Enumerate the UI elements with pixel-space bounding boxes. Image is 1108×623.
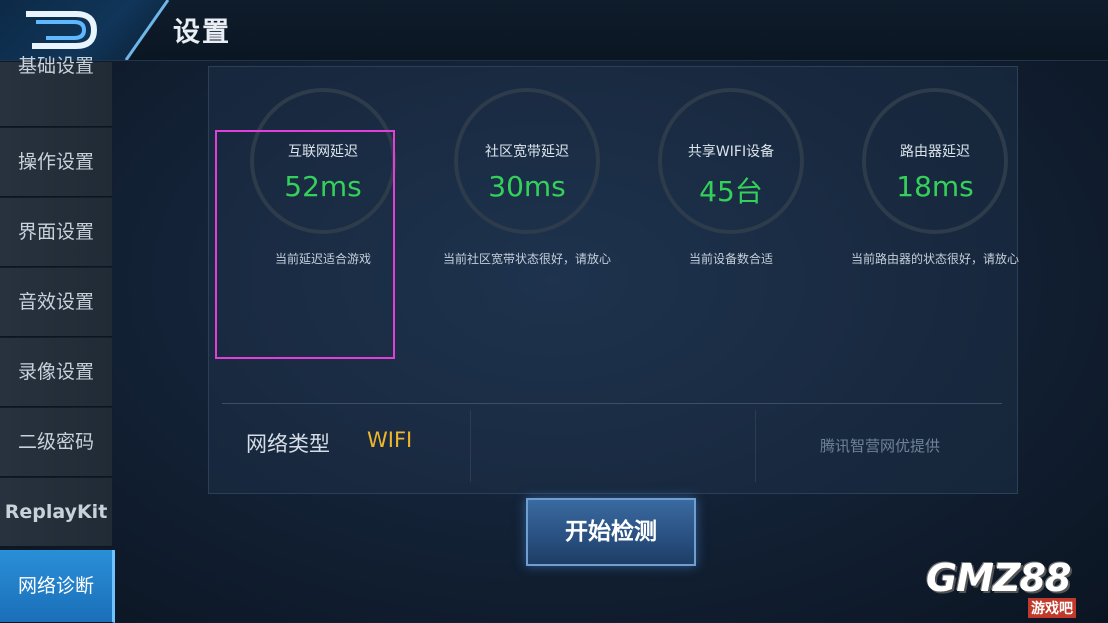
sidebar-item-network[interactable]: 网络诊断 [0,550,115,623]
metric-ring [862,88,1008,234]
metric-label: 路由器延迟 [900,144,970,160]
sidebar-item-label: ReplayKit [4,501,108,523]
sidebar-item-controls[interactable]: 操作设置 [0,128,112,197]
metric-ring [454,88,600,234]
sidebar-item-label: 网络诊断 [17,575,94,597]
sidebar-item-label: 基础设置 [17,55,94,77]
sidebar-item-label: 录像设置 [17,361,94,383]
page-title: 设置 [173,17,231,48]
divider [470,410,471,482]
sidebar-item-replaykit[interactable]: ReplayKit [0,478,112,547]
site-watermark-logo: GMZ88 游戏吧 [908,550,1104,620]
header-bar: 设置 [0,0,1108,61]
provider-credit: 腾讯智营网优提供 [820,437,941,455]
sidebar-item-password[interactable]: 二级密码 [0,408,112,477]
divider [755,410,756,482]
metric-router-latency: 路由器延迟 18ms 当前路由器的状态很好，请放心 [842,88,1032,268]
metric-description: 当前路由器的状态很好，请放心 [850,252,1019,266]
sidebar-item-interface[interactable]: 界面设置 [0,198,112,267]
metric-shared-wifi-devices: 共享WIFI设备 45台 当前设备数合适 [638,88,828,268]
metric-ring [658,88,804,234]
highlight-box [215,130,395,359]
metric-label: 共享WIFI设备 [687,144,775,160]
divider [222,403,1002,404]
metric-value: 45台 [699,175,763,208]
metric-value: 18ms [896,170,974,203]
watermark-subtext: 游戏吧 [1028,598,1076,618]
metric-community-latency: 社区宽带延迟 30ms 当前社区宽带状态很好，请放心 [434,88,624,268]
start-detection-button[interactable]: 开始检测 [526,498,696,566]
settings-sidebar: 基础设置 操作设置 界面设置 音效设置 录像设置 二级密码 ReplayKit … [0,55,115,623]
sidebar-item-label: 二级密码 [17,431,94,453]
header-slash-decor [124,0,170,60]
network-type-label: 网络类型 [246,432,330,456]
metric-description: 当前设备数合适 [688,252,773,266]
metric-value: 30ms [488,170,566,203]
sidebar-item-label: 音效设置 [17,291,94,313]
sidebar-item-label: 操作设置 [17,151,94,173]
back-arrow-icon [26,11,98,49]
sidebar-item-label: 界面设置 [17,221,94,243]
sidebar-item-recording[interactable]: 录像设置 [0,338,112,407]
sidebar-item-basic[interactable]: 基础设置 [0,55,112,127]
metric-label: 社区宽带延迟 [485,144,569,160]
watermark-text: GMZ88 [926,556,1071,600]
sidebar-item-sound[interactable]: 音效设置 [0,268,112,337]
metric-description: 当前社区宽带状态很好，请放心 [442,252,611,266]
network-type-value: WIFI [367,428,413,452]
